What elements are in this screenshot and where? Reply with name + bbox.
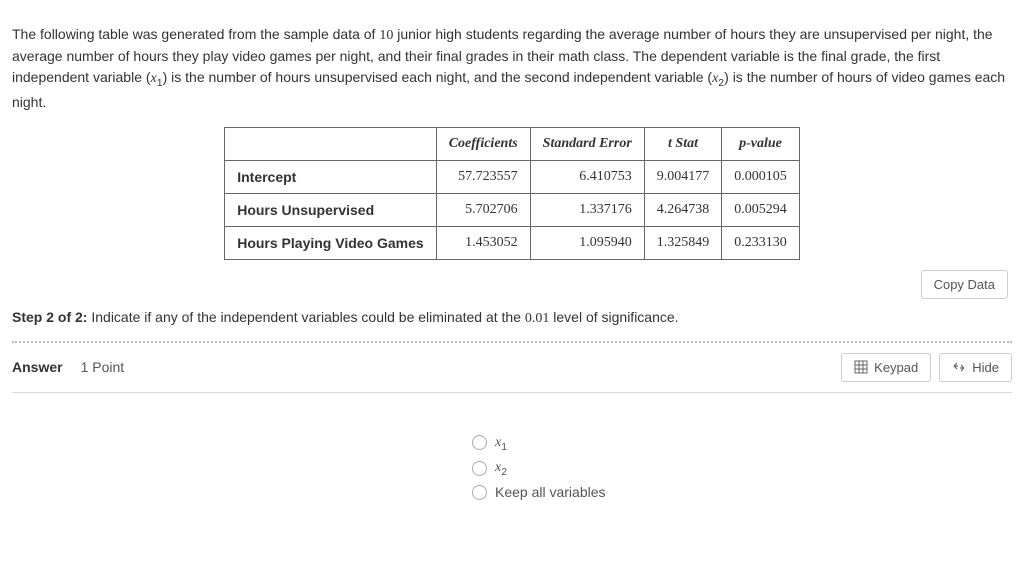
header-p: p-value bbox=[722, 127, 800, 160]
table-row: Hours Unsupervised 5.702706 1.337176 4.2… bbox=[225, 193, 800, 226]
keypad-label: Keypad bbox=[874, 360, 918, 375]
table-header-row: Coefficients Standard Error t Stat p-val… bbox=[225, 127, 800, 160]
cell-coef: 1.453052 bbox=[436, 226, 530, 259]
question-intro: The following table was generated from t… bbox=[12, 24, 1012, 113]
radio-icon bbox=[472, 485, 487, 500]
option-x1[interactable]: x1 bbox=[472, 433, 1012, 453]
option-label: x1 bbox=[495, 433, 507, 453]
cell-p: 0.005294 bbox=[722, 193, 800, 226]
separator-solid bbox=[12, 392, 1012, 393]
row-label: Hours Unsupervised bbox=[225, 193, 436, 226]
answer-bar: Answer 1 Point Keypad Hide bbox=[12, 343, 1012, 392]
copy-data-row: Copy Data bbox=[12, 270, 1008, 299]
table-row: Intercept 57.723557 6.410753 9.004177 0.… bbox=[225, 160, 800, 193]
answer-options: x1 x2 Keep all variables bbox=[472, 433, 1012, 501]
intro-text-3: ) is the number of hours unsupervised ea… bbox=[163, 69, 712, 85]
answer-left: Answer 1 Point bbox=[12, 359, 124, 375]
cell-t: 1.325849 bbox=[644, 226, 722, 259]
answer-points: 1 Point bbox=[81, 359, 125, 375]
option-label: Keep all variables bbox=[495, 484, 606, 500]
step-text-1: Indicate if any of the independent varia… bbox=[87, 309, 524, 325]
header-blank bbox=[225, 127, 436, 160]
keypad-icon bbox=[854, 360, 868, 374]
table-row: Hours Playing Video Games 1.453052 1.095… bbox=[225, 226, 800, 259]
row-label: Hours Playing Video Games bbox=[225, 226, 436, 259]
intro-n10: 10 bbox=[379, 28, 393, 43]
cell-t: 4.264738 bbox=[644, 193, 722, 226]
cell-se: 6.410753 bbox=[530, 160, 644, 193]
step-instruction: Step 2 of 2: Indicate if any of the inde… bbox=[12, 309, 1012, 327]
row-label: Intercept bbox=[225, 160, 436, 193]
cell-t: 9.004177 bbox=[644, 160, 722, 193]
step-alpha: 0.01 bbox=[525, 311, 550, 326]
header-se: Standard Error bbox=[530, 127, 644, 160]
answer-label: Answer bbox=[12, 359, 63, 375]
cell-se: 1.095940 bbox=[530, 226, 644, 259]
cell-p: 0.000105 bbox=[722, 160, 800, 193]
step-prefix: Step 2 of 2: bbox=[12, 309, 87, 325]
hide-button[interactable]: Hide bbox=[939, 353, 1012, 382]
header-coef: Coefficients bbox=[436, 127, 530, 160]
header-t: t Stat bbox=[644, 127, 722, 160]
regression-table: Coefficients Standard Error t Stat p-val… bbox=[224, 127, 800, 260]
cell-p: 0.233130 bbox=[722, 226, 800, 259]
option-label: x2 bbox=[495, 458, 507, 478]
regression-table-wrap: Coefficients Standard Error t Stat p-val… bbox=[12, 127, 1012, 260]
copy-data-button[interactable]: Copy Data bbox=[921, 270, 1008, 299]
keypad-button[interactable]: Keypad bbox=[841, 353, 931, 382]
hide-label: Hide bbox=[972, 360, 999, 375]
collapse-icon bbox=[952, 360, 966, 374]
copy-data-label: Copy Data bbox=[934, 277, 995, 292]
option-x2[interactable]: x2 bbox=[472, 458, 1012, 478]
intro-text: The following table was generated from t… bbox=[12, 26, 379, 42]
cell-coef: 57.723557 bbox=[436, 160, 530, 193]
cell-se: 1.337176 bbox=[530, 193, 644, 226]
option-keep-all[interactable]: Keep all variables bbox=[472, 484, 1012, 500]
cell-coef: 5.702706 bbox=[436, 193, 530, 226]
answer-right: Keypad Hide bbox=[841, 353, 1012, 382]
step-text-2: level of significance. bbox=[549, 309, 678, 325]
radio-icon bbox=[472, 435, 487, 450]
radio-icon bbox=[472, 461, 487, 476]
question-container: The following table was generated from t… bbox=[0, 0, 1024, 526]
